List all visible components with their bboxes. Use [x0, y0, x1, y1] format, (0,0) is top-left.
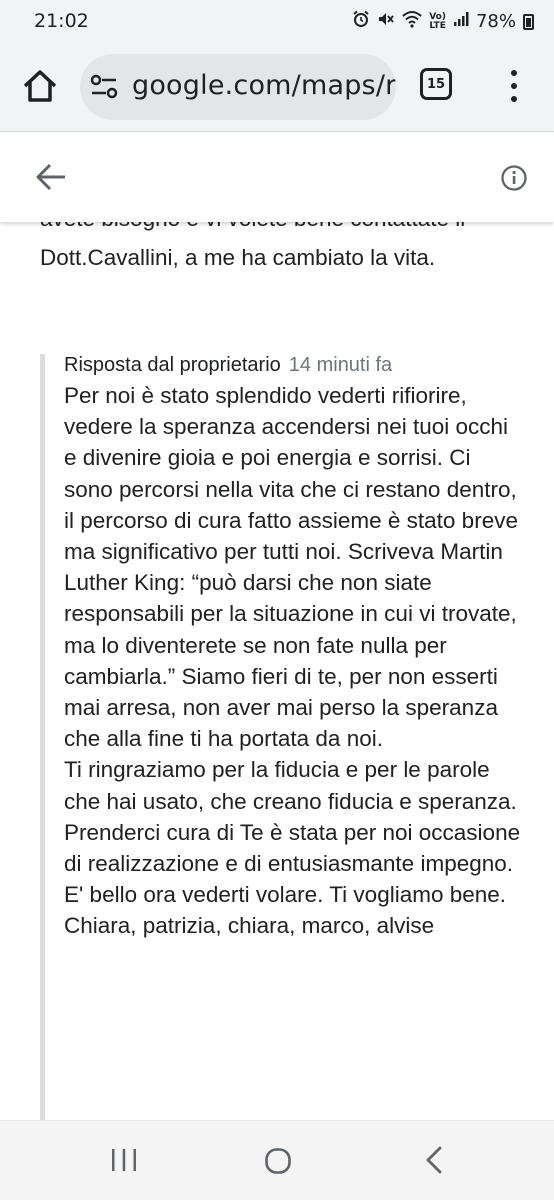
recent-apps-icon [112, 1149, 136, 1171]
back-button[interactable] [34, 160, 68, 194]
url-text[interactable]: google.com/maps/re [132, 70, 396, 101]
volte-icon: Vo) LTE [429, 11, 446, 31]
review-text: avete bisogno e vi volete bene contattat… [40, 222, 465, 270]
tab-switcher-button[interactable]: 15 [420, 68, 452, 100]
home-nav-button[interactable] [264, 1147, 292, 1175]
wifi-icon [402, 10, 422, 33]
recent-apps-button[interactable] [110, 1147, 138, 1173]
home-icon [23, 70, 57, 102]
alarm-icon [352, 10, 370, 33]
chevron-left-icon [426, 1146, 442, 1174]
owner-reply: Risposta dal proprietario 14 minuti fa Pe… [40, 354, 540, 1120]
battery-icon [523, 13, 534, 30]
info-button[interactable] [500, 164, 528, 192]
status-time: 21:02 [34, 10, 89, 32]
arrow-left-icon [36, 163, 65, 191]
browser-menu-button[interactable] [502, 66, 526, 106]
menu-dot [511, 69, 517, 76]
mute-icon [377, 10, 395, 33]
reply-owner-label: Risposta dal proprietario [64, 354, 281, 376]
home-button[interactable] [20, 66, 60, 106]
site-settings-icon[interactable] [90, 74, 118, 100]
back-nav-button[interactable] [422, 1145, 446, 1175]
battery-percent: 78% [475, 11, 516, 32]
signal-icon [453, 11, 469, 32]
home-circle-icon [265, 1148, 291, 1174]
menu-dot [511, 82, 517, 89]
tab-count: 15 [426, 76, 446, 92]
reviews-header [0, 132, 554, 222]
status-icons: Vo) LTE 78% [352, 10, 534, 33]
reply-timestamp: 14 minuti fa [288, 354, 393, 376]
menu-dot [511, 96, 517, 103]
reply-header: Risposta dal proprietario 14 minuti fa [64, 350, 540, 380]
reply-body: Per noi è stato splendido vederti rifior… [64, 383, 521, 939]
address-bar[interactable]: google.com/maps/re [80, 54, 396, 120]
browser-toolbar: google.com/maps/re 15 [0, 44, 554, 132]
status-bar: 21:02 Vo) LTE 78% [0, 0, 554, 44]
system-nav-bar [0, 1120, 554, 1200]
review-content[interactable]: avete bisogno e vi volete bene contattat… [0, 222, 554, 1120]
info-icon [501, 165, 527, 191]
